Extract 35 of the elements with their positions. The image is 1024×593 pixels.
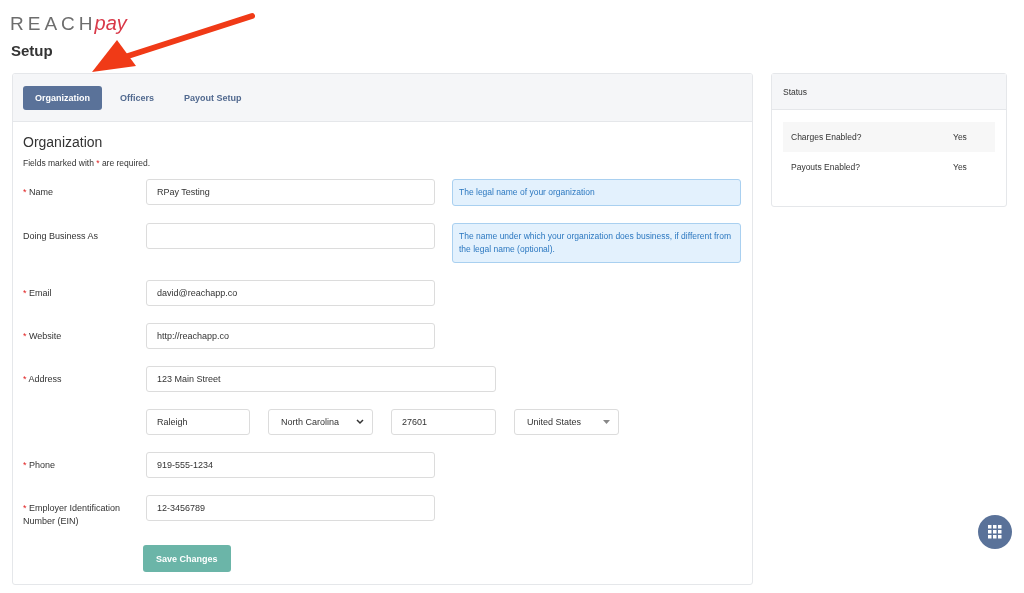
apps-button[interactable] <box>978 515 1012 549</box>
text-field[interactable]: RPay Testing <box>146 179 435 205</box>
field-label: * Name <box>23 186 55 199</box>
status-header: Status <box>772 74 1006 110</box>
state-dropdown[interactable]: North Carolina <box>268 409 373 435</box>
text-field[interactable]: 919-555-1234 <box>146 452 435 478</box>
tab[interactable]: Payout Setup <box>172 85 254 110</box>
city-field[interactable]: Raleigh <box>146 409 250 435</box>
required-note: Fields marked with * are required. <box>23 158 152 168</box>
grid-icon <box>988 525 1002 539</box>
hint-text: The name under which your organization does business, if different from the legal name (optional). <box>452 223 741 263</box>
tab[interactable]: Officers <box>108 85 167 110</box>
caret-down-icon <box>603 420 610 424</box>
status-label: Payouts Enabled? <box>791 162 861 172</box>
hint-text: The legal name of your organization <box>452 179 741 206</box>
status-value: Yes <box>953 162 967 172</box>
field-label: * Phone <box>23 459 57 472</box>
text-field[interactable]: 12-3456789 <box>146 495 435 521</box>
chevron-down-icon <box>356 419 364 425</box>
section-heading: Organization <box>23 134 104 150</box>
text-field[interactable]: david@reachapp.co <box>146 280 435 306</box>
text-field[interactable] <box>146 223 435 249</box>
field-label: * Employer Identification Number (EIN) <box>23 502 122 528</box>
street-field[interactable]: 123 Main Street <box>146 366 496 392</box>
zip-field[interactable]: 27601 <box>391 409 496 435</box>
field-label: * Website <box>23 330 63 343</box>
status-label: Charges Enabled? <box>791 132 863 142</box>
tab[interactable]: Organization <box>23 85 102 110</box>
country-dropdown[interactable]: United States <box>514 409 619 435</box>
field-label: * Email <box>23 287 53 300</box>
text-field[interactable]: http://reachapp.co <box>146 323 435 349</box>
field-label: * Address <box>23 373 63 386</box>
status-value: Yes <box>953 132 967 142</box>
field-label: Doing Business As <box>23 230 100 243</box>
page-title: Setup <box>11 42 54 59</box>
